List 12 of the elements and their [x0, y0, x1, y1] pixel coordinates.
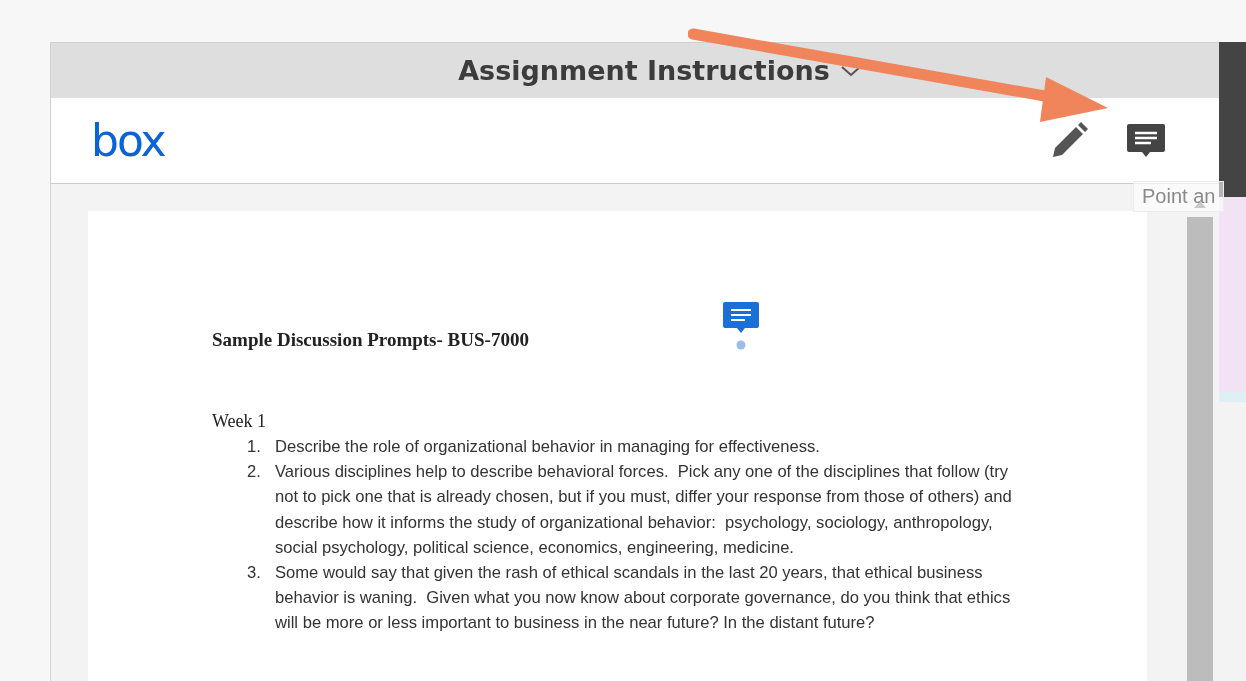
list-number: 2. [247, 461, 262, 484]
list-number: 1. [247, 436, 262, 458]
prompt-text: Describe the role of organizational behavior in managing for effectiveness. [275, 436, 821, 458]
prompt-text: Various disciplines help to describe behavioral forces. Pick any one of the disciplines that follow (try not to pick one that is already chosen, but if you must, differ your response from those of others) and describe how it informs the study of organizational behavior: psychology, sociology, anthropology, social psychology, political science, economics, engineering, medicine. [275, 461, 1013, 559]
document-heading: Sample Discussion Prompts- BUS-7000 [212, 329, 529, 351]
box-logo: box [91, 118, 165, 163]
chevron-down-icon [839, 63, 862, 78]
panel-title-dropdown[interactable]: Assignment Instructions [454, 55, 866, 86]
section-label: Week 1 [212, 411, 268, 432]
list-number: 3. [247, 562, 262, 584]
tooltip: Point an [1133, 181, 1225, 212]
prompt-text: Some would say that given the rash of ethical scandals in the last 20 years, that ethical business behavior is waning. Given what you now know about corporate governance, do you think that ethics will be more or less important to business in the near future? In the distant future? [275, 562, 1012, 635]
